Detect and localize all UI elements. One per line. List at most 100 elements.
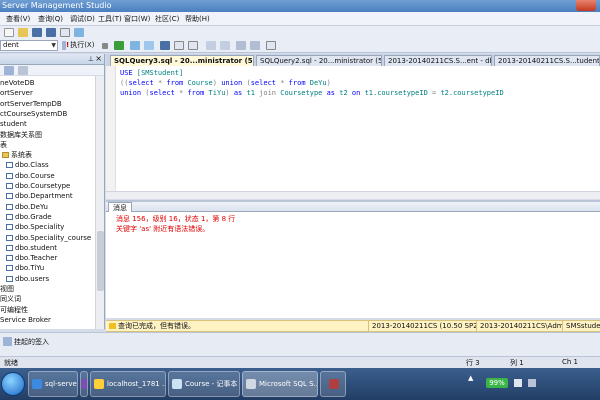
tree-item-label: dbo.Teacher — [15, 254, 58, 263]
database-select[interactable]: dent ▼ — [0, 40, 58, 51]
start-button[interactable] — [1, 372, 25, 396]
new-file-icon[interactable] — [4, 28, 14, 37]
comment-icon[interactable] — [206, 41, 216, 50]
editor-horizontal-scrollbar[interactable] — [106, 191, 600, 199]
tree-item[interactable]: dbo.Course — [6, 171, 55, 182]
tree-item[interactable]: dbo.Speciality_course — [6, 233, 91, 244]
tree-item[interactable]: dbo.Speciality — [6, 222, 64, 233]
taskbar-item-localhost[interactable]: localhost_1781 ... — [90, 371, 166, 397]
decrease-indent-icon[interactable] — [236, 41, 246, 50]
tree-item[interactable]: dbo.users — [6, 274, 49, 285]
menu-window[interactable]: 窗口(W) — [124, 14, 150, 24]
code-token: t2.coursetypeID — [440, 89, 504, 97]
menu-community[interactable]: 社区(C) — [155, 14, 179, 24]
tree-item-label: dbo.student — [15, 243, 58, 252]
title-bar: Server Management Studio — [0, 0, 600, 12]
scrollbar-thumb[interactable] — [97, 231, 104, 291]
object-explorer-scrollbar[interactable] — [95, 76, 104, 329]
query-editor[interactable]: USE [SMStudent] ((select * from Course) u… — [106, 66, 600, 199]
tab-student-table[interactable]: 2013-20140211CS.S...ent - dbo.student — [384, 55, 492, 66]
tree-item[interactable]: 可编程性 — [0, 305, 28, 316]
code-line[interactable]: union (select * from TiYu) as t1 join Co… — [120, 88, 504, 98]
tree-item[interactable]: dbo.TiYu — [6, 263, 44, 274]
tree-item[interactable]: 表 — [0, 140, 7, 151]
tree-item[interactable]: ortServerTempDB — [0, 99, 62, 110]
activity-monitor-icon[interactable] — [74, 28, 84, 37]
specify-values-icon[interactable] — [266, 41, 276, 50]
results-to-grid-icon[interactable] — [160, 41, 170, 50]
taskbar-item-ssms[interactable]: Microsoft SQL S... — [242, 371, 318, 397]
tree-item-label: ortServer — [0, 89, 33, 98]
connect-icon[interactable] — [4, 66, 14, 75]
parse-check-icon[interactable] — [114, 41, 124, 50]
pending-checkins-icon[interactable] — [3, 337, 12, 346]
tree-item[interactable]: student — [0, 119, 27, 130]
tree-item[interactable]: 数据库关系图 — [0, 130, 42, 141]
save-all-icon[interactable] — [46, 28, 56, 37]
tree-item[interactable]: dbo.Coursetype — [6, 181, 70, 192]
code-line[interactable]: USE [SMStudent] — [120, 68, 183, 78]
tree-item-label: Service Broker — [0, 315, 51, 324]
taskbar-item-notepad[interactable]: Course - 记事本 — [168, 371, 240, 397]
code-token: join — [259, 89, 281, 97]
battery-indicator[interactable]: 99% — [486, 378, 508, 388]
tab-sqlquery3[interactable]: SQLQuery3.sql - 20...ministrator (53))* — [110, 55, 254, 66]
results-to-text-icon[interactable] — [174, 41, 184, 50]
stop-icon[interactable] — [102, 43, 108, 49]
tree-item[interactable]: dbo.Teacher — [6, 253, 57, 264]
execute-button[interactable]: !执行(X) — [66, 40, 94, 51]
tree-item[interactable]: Service Broker — [0, 315, 51, 326]
menu-help[interactable]: 帮助(H) — [185, 14, 210, 24]
menu-bar: 查看(V) 查询(Q) 调试(D) 工具(T) 窗口(W) 社区(C) 帮助(H… — [0, 12, 600, 26]
network-icon[interactable] — [528, 379, 536, 387]
code-token: USE — [120, 69, 137, 77]
copy-icon[interactable] — [60, 28, 70, 37]
toolbar-overflow-icon[interactable] — [282, 41, 288, 50]
menu-view[interactable]: 查看(V) — [6, 14, 30, 24]
tree-item[interactable]: dbo.DeYu — [6, 202, 48, 213]
code-line[interactable]: ((select * from Course) union (select * … — [120, 78, 331, 88]
pin-icon[interactable]: ⊥ — [88, 55, 94, 63]
tree-item-label: dbo.Speciality — [15, 223, 65, 232]
increase-indent-icon[interactable] — [250, 41, 260, 50]
tree-item[interactable]: neVoteDB — [0, 78, 35, 89]
code-token: Coursetype — [280, 89, 327, 97]
results-to-file-icon[interactable] — [188, 41, 198, 50]
char-number: Ch 1 — [562, 358, 579, 366]
volume-icon[interactable] — [514, 379, 522, 387]
menu-tools[interactable]: 工具(T) — [98, 14, 122, 24]
tree-item[interactable]: dbo.student — [6, 243, 57, 254]
tree-item[interactable]: dbo.Department — [6, 191, 73, 202]
query-options-icon[interactable] — [144, 41, 154, 50]
tab-sqlquery2[interactable]: SQLQuery2.sql - 20...ministrator (55))* — [256, 55, 382, 66]
tree-item-label: student — [0, 120, 27, 129]
menu-debug[interactable]: 调试(D) — [70, 14, 95, 24]
code-token: select — [128, 79, 158, 87]
tree-item[interactable]: 同义词 — [0, 294, 21, 305]
filter-icon[interactable] — [18, 66, 28, 75]
tree-item[interactable]: ortServer — [0, 88, 33, 99]
display-plan-icon[interactable] — [130, 41, 140, 50]
taskbar-item-other[interactable] — [320, 371, 346, 397]
close-window-button[interactable] — [576, 0, 596, 11]
tree-item[interactable]: dbo.Class — [6, 160, 49, 171]
open-folder-icon[interactable] — [18, 28, 28, 37]
save-icon[interactable] — [32, 28, 42, 37]
taskbar-item-browser[interactable]: sql-server-求助... — [28, 371, 78, 397]
tab-grade-table[interactable]: 2013-20140211CS.S...tudent - dbo.Grade — [494, 55, 600, 66]
code-token: union — [221, 79, 247, 87]
menu-query[interactable]: 查询(Q) — [38, 14, 63, 24]
tree-item[interactable]: 视图 — [0, 284, 14, 295]
tray-arrow-icon[interactable]: ▲ — [468, 374, 473, 382]
tree-item[interactable]: 系统表 — [2, 150, 32, 161]
code-token: from — [288, 79, 310, 87]
tree-item[interactable]: ctCourseSystemDB — [0, 109, 67, 120]
tree-item-label: dbo.Grade — [15, 212, 52, 221]
database-select-value: dent — [3, 41, 19, 49]
taskbar-item-visual-studio[interactable] — [80, 371, 88, 397]
error-message-line: 消息 156，级别 16，状态 1，第 8 行 — [116, 215, 236, 223]
pending-checkins-label[interactable]: 挂起的签入 — [14, 337, 49, 347]
uncomment-icon[interactable] — [220, 41, 230, 50]
close-icon[interactable]: × — [95, 54, 102, 63]
tree-item[interactable]: dbo.Grade — [6, 212, 52, 223]
